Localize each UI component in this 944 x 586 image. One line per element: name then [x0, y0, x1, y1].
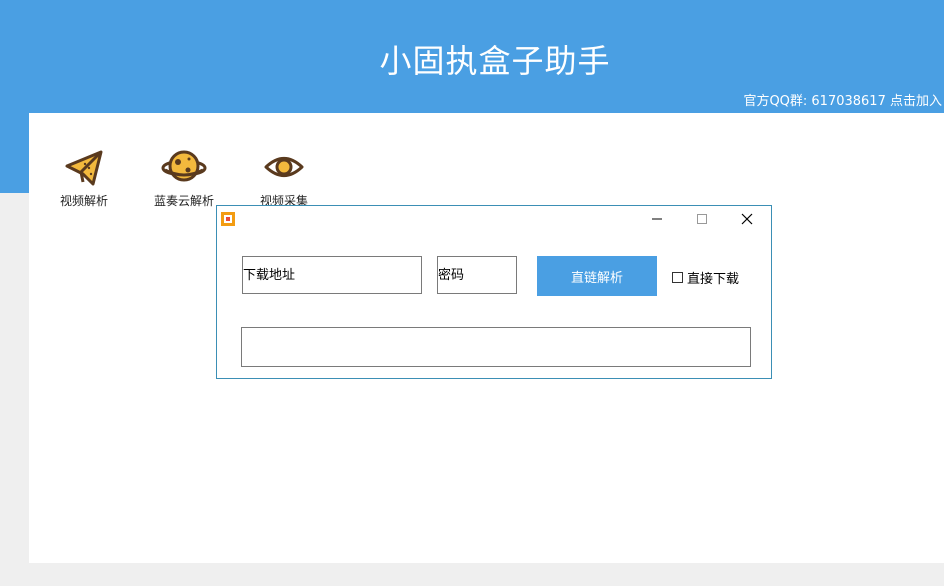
close-button[interactable]	[735, 210, 759, 228]
app-title: 小固执盒子助手	[379, 42, 611, 80]
planet-icon	[161, 150, 207, 182]
password-input[interactable]	[437, 256, 517, 294]
minimize-button[interactable]	[645, 210, 669, 228]
qq-group-link[interactable]: 官方QQ群: 617038617 点击加入	[743, 90, 942, 109]
maximize-icon	[697, 214, 707, 224]
direct-download-checkbox[interactable]: 直接下载	[672, 268, 739, 287]
tool-label: 视频解析	[59, 194, 108, 208]
tool-video-parse[interactable]: 视频解析	[44, 146, 124, 209]
eye-icon	[264, 157, 304, 177]
tool-lanzou-parse[interactable]: 蓝奏云解析	[144, 146, 224, 209]
checkbox-box[interactable]	[672, 272, 683, 283]
direct-link-parse-button[interactable]: 直链解析	[537, 256, 657, 296]
maximize-button[interactable]	[690, 210, 714, 228]
result-output[interactable]	[241, 327, 751, 367]
paper-plane-icon	[65, 150, 103, 186]
tool-video-collect[interactable]: 视频采集	[244, 146, 324, 209]
app-icon	[221, 212, 235, 226]
lanzou-dialog: 直链解析 直接下载	[216, 205, 772, 379]
download-url-input[interactable]	[242, 256, 422, 294]
close-icon	[741, 213, 753, 225]
minimize-icon	[652, 218, 662, 220]
tool-label: 蓝奏云解析	[153, 194, 214, 208]
checkbox-label: 直接下载	[687, 272, 740, 287]
